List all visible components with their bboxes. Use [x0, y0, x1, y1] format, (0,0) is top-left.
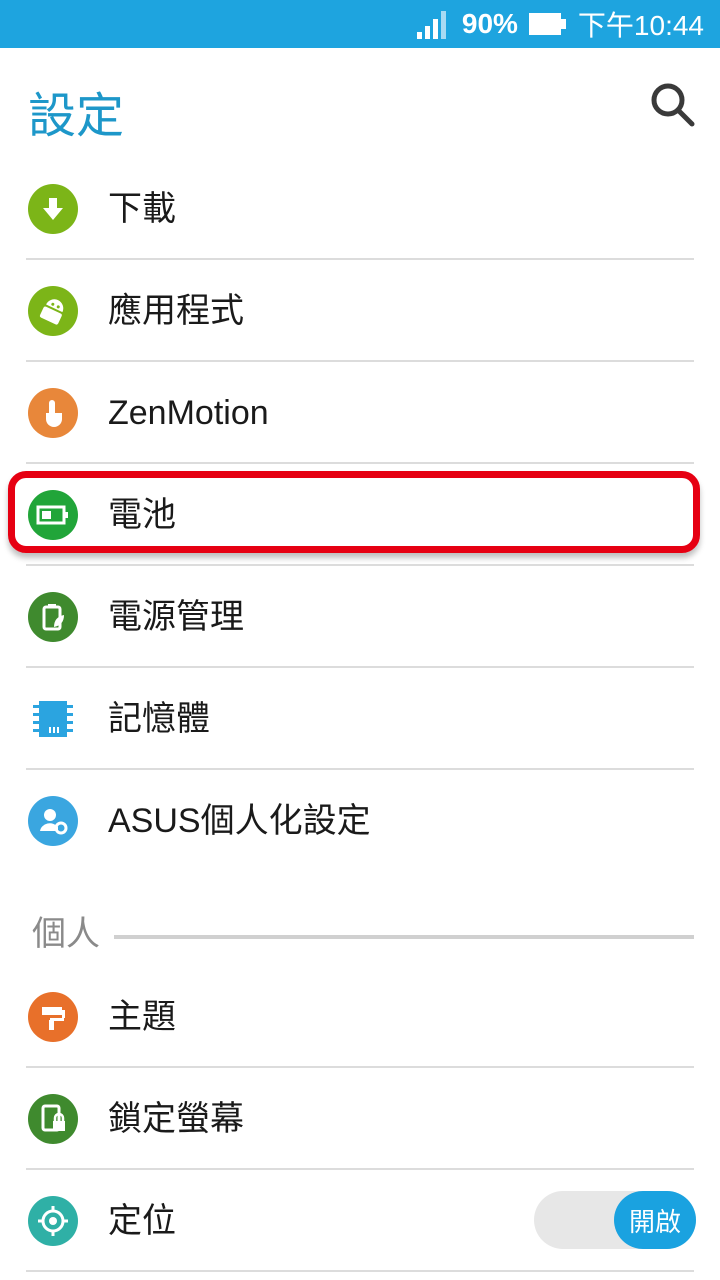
setting-item-power-management[interactable]: 電源管理: [0, 566, 720, 668]
battery-icon: [28, 490, 78, 540]
setting-label: 電源管理: [108, 598, 244, 636]
android-icon: [28, 286, 78, 336]
setting-label: 應用程式: [108, 292, 244, 330]
setting-item-battery[interactable]: 電池: [0, 464, 720, 566]
memory-chip-icon: [28, 694, 78, 744]
setting-item-lock-screen[interactable]: 鎖定螢幕: [0, 1068, 720, 1170]
setting-item-apps[interactable]: 應用程式: [0, 260, 720, 362]
setting-label: 電池: [108, 496, 176, 534]
section-label: 個人: [32, 915, 100, 953]
setting-label: 下載: [108, 190, 176, 228]
setting-label: ASUS個人化設定: [108, 802, 371, 840]
setting-label: 鎖定螢幕: [108, 1100, 244, 1138]
power-leaf-icon: [28, 592, 78, 642]
status-bar: 90% 下午10:44: [0, 0, 720, 48]
section-header-personal: 個人: [0, 902, 720, 962]
setting-item-asus-customization[interactable]: ASUS個人化設定: [0, 770, 720, 872]
toggle-knob: 開啟: [614, 1191, 696, 1249]
setting-item-theme[interactable]: 主題: [0, 966, 720, 1068]
user-gear-icon: [28, 796, 78, 846]
battery-percent: 90%: [461, 8, 518, 39]
hand-pointer-icon: [28, 388, 78, 438]
setting-item-memory[interactable]: 記憶體: [0, 668, 720, 770]
setting-label: 定位: [108, 1202, 176, 1240]
setting-label: 主題: [108, 998, 176, 1036]
paint-roller-icon: [28, 992, 78, 1042]
battery-status-icon: [528, 13, 566, 35]
location-toggle[interactable]: 開啟: [534, 1191, 696, 1249]
lock-screen-icon: [28, 1094, 78, 1144]
status-time: 下午10:44: [577, 10, 704, 41]
setting-label: 記憶體: [108, 700, 210, 738]
page-title: 設定: [28, 88, 125, 144]
download-icon: [28, 184, 78, 234]
setting-label: ZenMotion: [108, 394, 269, 432]
setting-item-location[interactable]: 定位 開啟: [0, 1170, 720, 1272]
signal-icon: [416, 11, 446, 39]
header: 設定: [0, 48, 720, 158]
setting-item-download[interactable]: 下載: [0, 158, 720, 260]
search-button[interactable]: [644, 76, 700, 132]
location-target-icon: [28, 1196, 78, 1246]
setting-item-zenmotion[interactable]: ZenMotion: [0, 362, 720, 464]
search-icon: [651, 83, 695, 127]
